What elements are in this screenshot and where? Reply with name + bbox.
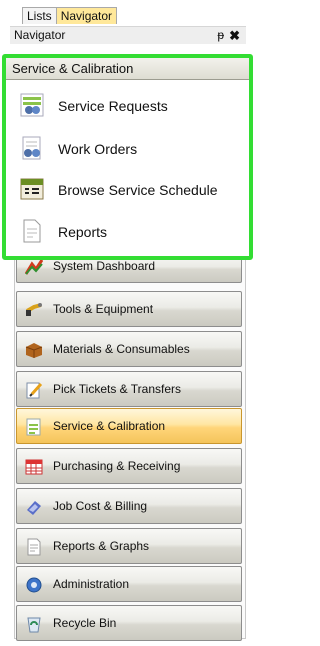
category-label: Administration — [53, 577, 130, 591]
close-icon[interactable]: ✖ — [229, 27, 240, 44]
flyout-title: Service & Calibration — [6, 58, 249, 80]
category-label: Tools & Equipment — [53, 302, 154, 316]
administration-icon — [25, 576, 43, 594]
pick-ticket-icon — [25, 381, 43, 399]
billing-icon — [25, 498, 43, 516]
purchasing-icon — [25, 458, 43, 476]
category-label: Reports & Graphs — [53, 539, 150, 553]
tools-icon — [25, 301, 43, 319]
navigator-title: Navigator — [14, 28, 66, 42]
category-label: Recycle Bin — [53, 616, 117, 630]
materials-box-icon — [25, 341, 43, 359]
category-reports-graphs[interactable]: Reports & Graphs — [16, 528, 242, 564]
calendar-icon — [20, 177, 44, 201]
category-label: Materials & Consumables — [53, 342, 190, 356]
category-label: Service & Calibration — [53, 419, 166, 433]
service-calibration-icon — [25, 418, 43, 436]
category-purchasing-receiving[interactable]: Purchasing & Receiving — [16, 448, 242, 484]
category-label: Purchasing & Receiving — [53, 459, 181, 473]
flyout-item-label: Work Orders — [58, 141, 138, 157]
pin-icon[interactable]: ᵽ — [217, 27, 224, 44]
category-recycle-bin[interactable]: Recycle Bin — [16, 605, 242, 641]
flyout-item-label: Service Requests — [58, 98, 168, 114]
panel-tabs: Lists Navigator — [22, 7, 118, 24]
dashboard-icon — [25, 258, 43, 276]
category-tools-equipment[interactable]: Tools & Equipment — [16, 291, 242, 327]
category-label: Pick Tickets & Transfers — [53, 382, 182, 396]
recycle-bin-icon — [25, 615, 43, 633]
tab-lists[interactable]: Lists — [23, 8, 57, 24]
flyout-item-label: Browse Service Schedule — [58, 182, 218, 198]
work-orders-icon — [20, 136, 44, 160]
flyout-item-label: Reports — [58, 224, 108, 240]
service-calibration-flyout: Service & Calibration Service Requests W… — [2, 54, 253, 260]
category-service-calibration[interactable]: Service & Calibration — [16, 408, 242, 444]
category-administration[interactable]: Administration — [16, 566, 242, 602]
category-label: Job Cost & Billing — [53, 499, 148, 513]
service-requests-icon — [20, 93, 44, 117]
category-job-cost-billing[interactable]: Job Cost & Billing — [16, 488, 242, 524]
reports-graphs-icon — [25, 538, 43, 556]
category-materials-consumables[interactable]: Materials & Consumables — [16, 331, 242, 367]
report-document-icon — [20, 219, 44, 243]
tab-navigator[interactable]: Navigator — [56, 8, 118, 24]
navigator-header: Navigator ᵽ ✖ — [10, 26, 246, 44]
category-pick-tickets-transfers[interactable]: Pick Tickets & Transfers — [16, 371, 242, 407]
